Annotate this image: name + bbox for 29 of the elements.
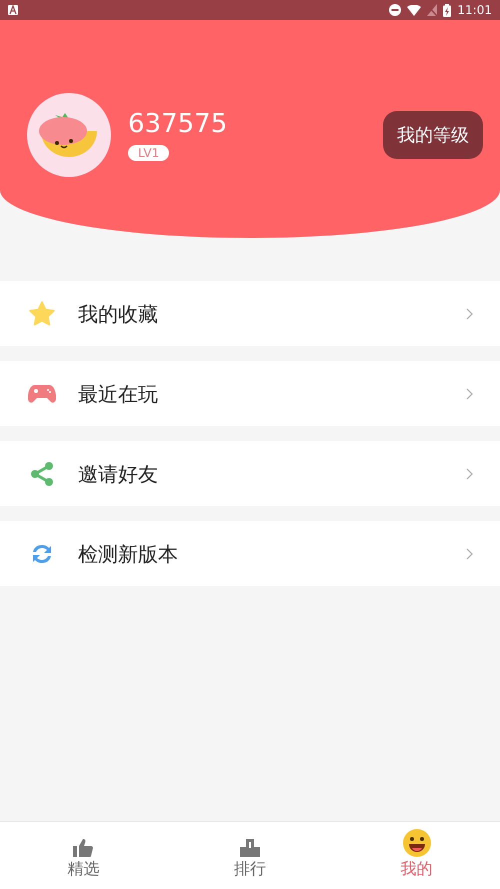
tab-item[interactable]: 排行 <box>166 822 334 889</box>
battery-icon <box>443 4 452 16</box>
smiley-icon <box>402 829 431 857</box>
chevron-right-icon <box>466 388 473 400</box>
gamepad-icon <box>28 384 56 404</box>
menu-label: 邀请好友 <box>78 460 158 488</box>
status-time: 11:01 <box>457 2 492 19</box>
chevron-right-icon <box>466 468 473 480</box>
chevron-right-icon <box>466 548 473 560</box>
menu-item[interactable]: 邀请好友 <box>0 441 500 506</box>
menu-label: 检测新版本 <box>78 540 178 568</box>
podium-icon <box>240 839 260 857</box>
menu-item[interactable]: 最近在玩 <box>0 361 500 426</box>
chevron-right-icon <box>466 308 473 320</box>
tab-item[interactable]: 精选 <box>0 822 167 889</box>
thumbs-up-icon <box>73 839 94 857</box>
menu-item[interactable]: 检测新版本 <box>0 521 500 586</box>
username: 637575 <box>128 109 228 139</box>
no-signal-icon <box>427 4 438 16</box>
menu-label: 最近在玩 <box>78 380 158 408</box>
wifi-icon <box>407 4 422 16</box>
star-icon <box>28 300 56 326</box>
my-level-button[interactable]: 我的等级 <box>383 111 483 159</box>
menu-item[interactable]: 我的收藏 <box>0 281 500 346</box>
level-badge: LV1 <box>128 145 170 161</box>
notification-icon <box>8 5 18 15</box>
menu-label: 我的收藏 <box>78 300 158 328</box>
share-icon <box>29 460 55 486</box>
do-not-disturb-icon <box>389 4 402 16</box>
